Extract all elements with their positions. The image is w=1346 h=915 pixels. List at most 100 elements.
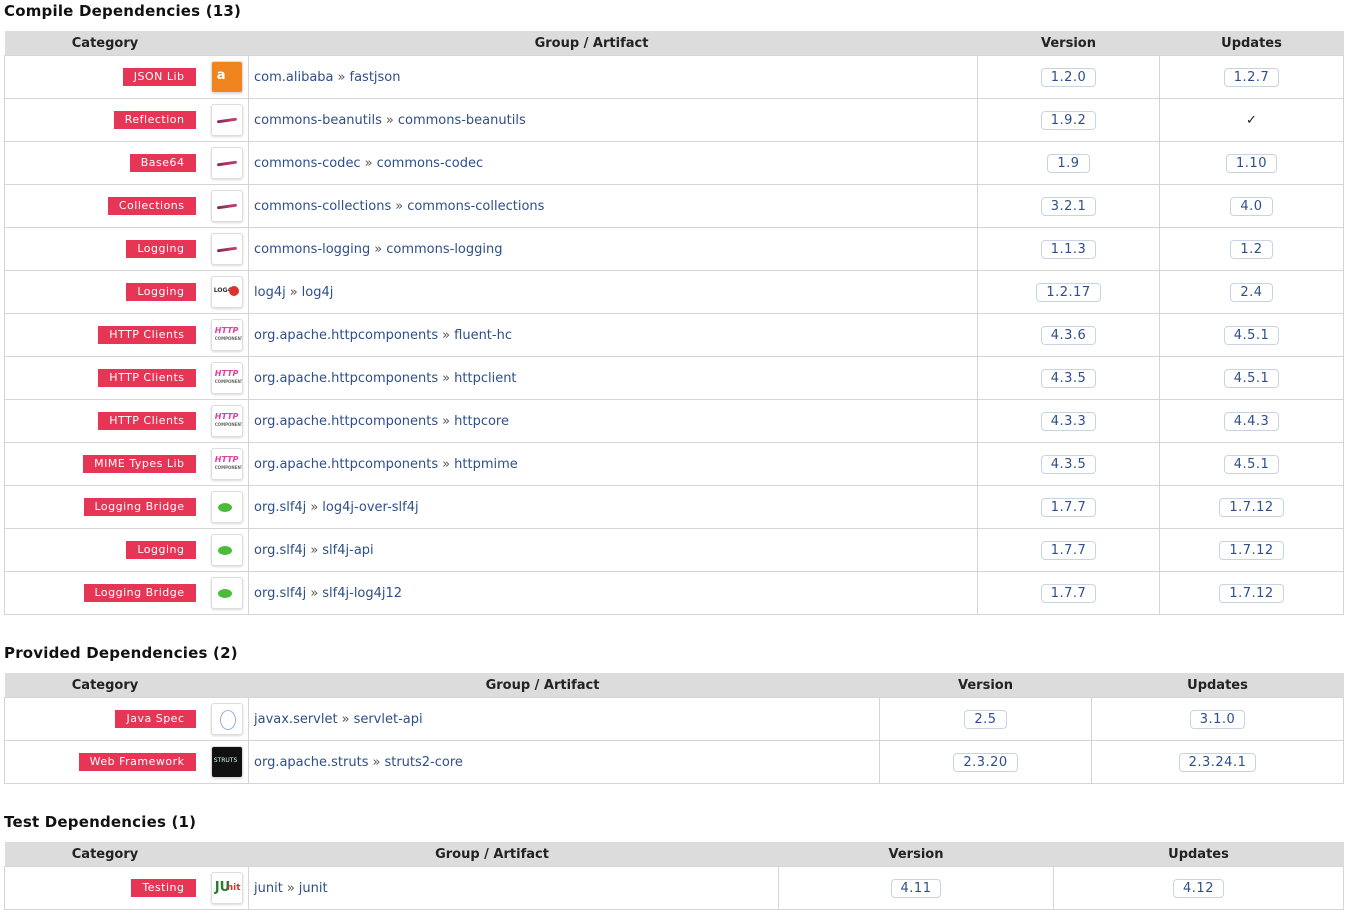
group-link[interactable]: commons-logging bbox=[254, 242, 370, 257]
artifact-link[interactable]: servlet-api bbox=[354, 712, 423, 727]
artifact-link[interactable]: commons-collections bbox=[407, 199, 544, 214]
updates-cell: 3.1.0 bbox=[1091, 697, 1344, 741]
version-badge[interactable]: 1.9 bbox=[1047, 153, 1090, 173]
group-link[interactable]: log4j bbox=[254, 285, 286, 300]
updates-cell: 2.3.24.1 bbox=[1091, 740, 1344, 784]
version-badge[interactable]: 4.11 bbox=[890, 878, 942, 898]
update-version-badge[interactable]: 3.1.0 bbox=[1189, 709, 1246, 729]
group-link[interactable]: commons-beanutils bbox=[254, 113, 382, 128]
update-version-badge[interactable]: 4.5.1 bbox=[1223, 454, 1280, 474]
version-badge[interactable]: 4.3.5 bbox=[1040, 368, 1097, 388]
version-badge[interactable]: 1.1.3 bbox=[1040, 239, 1097, 259]
version-badge[interactable]: 1.7.7 bbox=[1040, 583, 1097, 603]
group-link[interactable]: org.slf4j bbox=[254, 543, 306, 558]
separator: » bbox=[385, 112, 394, 128]
separator: » bbox=[442, 370, 451, 386]
category-badge[interactable]: HTTP Clients bbox=[98, 412, 196, 430]
update-version-badge[interactable]: 1.2.7 bbox=[1223, 67, 1280, 87]
version-badge[interactable]: 4.3.6 bbox=[1040, 325, 1097, 345]
version-badge[interactable]: 1.7.7 bbox=[1040, 540, 1097, 560]
artifact-link[interactable]: junit bbox=[299, 881, 328, 896]
version-badge[interactable]: 1.7.7 bbox=[1040, 497, 1097, 517]
group-link[interactable]: commons-codec bbox=[254, 156, 361, 171]
category-badge[interactable]: Logging Bridge bbox=[83, 584, 196, 602]
group-link[interactable]: com.alibaba bbox=[254, 70, 334, 85]
category-cell: Collections bbox=[4, 184, 206, 228]
update-version-badge[interactable]: 1.10 bbox=[1226, 153, 1277, 173]
header-version: Version bbox=[778, 842, 1054, 867]
logo-cell bbox=[205, 98, 249, 142]
artifact-link[interactable]: log4j-over-slf4j bbox=[322, 500, 418, 515]
category-badge[interactable]: JSON Lib bbox=[122, 68, 196, 86]
version-badge[interactable]: 3.2.1 bbox=[1040, 196, 1097, 216]
version-badge[interactable]: 4.3.5 bbox=[1040, 454, 1097, 474]
artifact-link[interactable]: slf4j-log4j12 bbox=[322, 586, 402, 601]
group-link[interactable]: org.apache.httpcomponents bbox=[254, 328, 438, 343]
category-badge[interactable]: MIME Types Lib bbox=[83, 455, 196, 473]
update-version-badge[interactable]: 2.3.24.1 bbox=[1178, 752, 1257, 772]
version-badge[interactable]: 1.2.17 bbox=[1036, 282, 1101, 302]
update-version-badge[interactable]: 4.12 bbox=[1173, 878, 1224, 898]
version-badge[interactable]: 1.9.2 bbox=[1040, 110, 1097, 130]
separator: » bbox=[442, 327, 451, 343]
separator: » bbox=[310, 542, 319, 558]
artifact-link[interactable]: commons-codec bbox=[377, 156, 484, 171]
category-badge[interactable]: Logging Bridge bbox=[83, 498, 196, 516]
category-badge[interactable]: Collections bbox=[107, 197, 196, 215]
artifact-link[interactable]: struts2-core bbox=[384, 755, 462, 770]
update-version-badge[interactable]: 4.5.1 bbox=[1223, 368, 1280, 388]
version-badge[interactable]: 1.2.0 bbox=[1040, 67, 1097, 87]
category-badge[interactable]: Base64 bbox=[129, 154, 196, 172]
category-badge[interactable]: Logging bbox=[126, 240, 196, 258]
dependencies-table: Category Group / Artifact Version Update… bbox=[4, 31, 1344, 615]
update-version-badge[interactable]: 1.7.12 bbox=[1219, 583, 1284, 603]
group-link[interactable]: org.apache.httpcomponents bbox=[254, 371, 438, 386]
group-link[interactable]: org.slf4j bbox=[254, 500, 306, 515]
updates-cell: 4.4.3 bbox=[1159, 399, 1344, 443]
category-badge[interactable]: HTTP Clients bbox=[98, 369, 196, 387]
artifact-link[interactable]: slf4j-api bbox=[322, 543, 373, 558]
category-badge[interactable]: Logging bbox=[126, 541, 196, 559]
artifact-link[interactable]: fluent-hc bbox=[454, 328, 512, 343]
group-link[interactable]: junit bbox=[254, 881, 283, 896]
table-row: Logging LOG4J log4j» log4j 1.2.17 2.4 bbox=[4, 270, 1344, 314]
group-link[interactable]: javax.servlet bbox=[254, 712, 338, 727]
version-badge[interactable]: 2.5 bbox=[964, 709, 1007, 729]
artifact-link[interactable]: httpcore bbox=[454, 414, 509, 429]
slf4j-logo-icon bbox=[210, 491, 243, 523]
update-version-badge[interactable]: 1.2 bbox=[1230, 239, 1273, 259]
group-link[interactable]: org.slf4j bbox=[254, 586, 306, 601]
update-version-badge[interactable]: 1.7.12 bbox=[1219, 497, 1284, 517]
group-link[interactable]: commons-collections bbox=[254, 199, 391, 214]
section-title: Provided Dependencies (2) bbox=[4, 644, 238, 662]
group-link[interactable]: org.apache.httpcomponents bbox=[254, 457, 438, 472]
category-badge[interactable]: Web Framework bbox=[78, 753, 196, 771]
category-badge[interactable]: HTTP Clients bbox=[98, 326, 196, 344]
category-badge[interactable]: Logging bbox=[126, 283, 196, 301]
group-link[interactable]: org.apache.struts bbox=[254, 755, 368, 770]
artifact-link[interactable]: commons-logging bbox=[386, 242, 502, 257]
update-version-badge[interactable]: 4.4.3 bbox=[1223, 411, 1280, 431]
logo-text: a bbox=[216, 68, 226, 83]
artifact-link[interactable]: log4j bbox=[302, 285, 334, 300]
artifact-link[interactable]: httpmime bbox=[454, 457, 518, 472]
artifact-link[interactable]: fastjson bbox=[350, 70, 401, 85]
category-badge[interactable]: Reflection bbox=[113, 111, 196, 129]
update-version-badge[interactable]: 1.7.12 bbox=[1219, 540, 1284, 560]
version-badge[interactable]: 2.3.20 bbox=[953, 752, 1018, 772]
artifact-link[interactable]: httpclient bbox=[454, 371, 516, 386]
logo-subtext: COMPONENTS bbox=[214, 422, 242, 427]
category-badge[interactable]: Java Spec bbox=[115, 710, 196, 728]
version-badge[interactable]: 4.3.3 bbox=[1040, 411, 1097, 431]
logo-text: STRUTS bbox=[213, 757, 238, 764]
group-link[interactable]: org.apache.httpcomponents bbox=[254, 414, 438, 429]
logo-text: HTTP bbox=[214, 326, 239, 335]
artifact-link[interactable]: commons-beanutils bbox=[398, 113, 526, 128]
logo-text: HTTP bbox=[214, 369, 239, 378]
updates-cell: 1.7.12 bbox=[1159, 528, 1344, 572]
update-version-badge[interactable]: 4.0 bbox=[1230, 196, 1273, 216]
category-badge[interactable]: Testing bbox=[131, 879, 196, 897]
logo-cell: JU nit bbox=[205, 866, 249, 910]
update-version-badge[interactable]: 4.5.1 bbox=[1223, 325, 1280, 345]
update-version-badge[interactable]: 2.4 bbox=[1230, 282, 1273, 302]
